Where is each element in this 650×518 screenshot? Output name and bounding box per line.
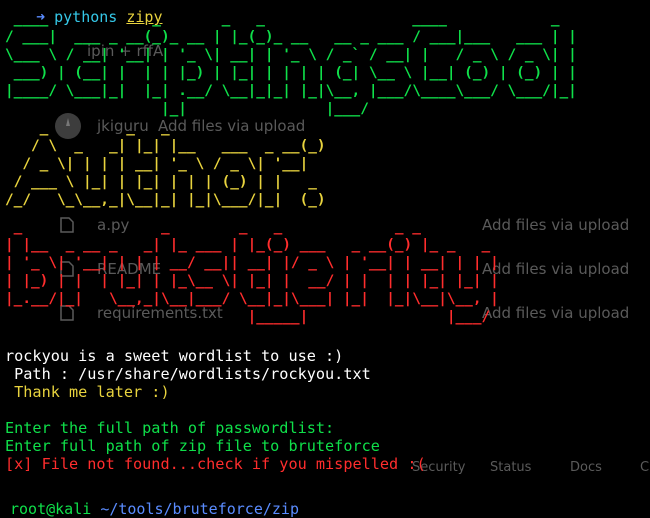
bottom-prompt: root@kali ~/tools/bruteforce/zip [10,482,299,518]
footer-link-docs[interactable]: Docs [570,460,602,475]
banner-brutus-rity: _ _ _ _ _ _ | |__ _ __ _ _| |_ ___ | |_(… [5,219,499,325]
banner-author: _ _ _ / \ _ _| |_| |__ ___ _ __(_) / _ \… [5,120,326,208]
message-passwordlist-prompt: Enter the full path of passwordlist: [5,419,335,437]
footer-link-status[interactable]: Status [490,460,531,475]
message-block: rockyou is a sweet wordlist to use :) Pa… [5,347,426,491]
message-error: [x] File not found...check if you mispel… [5,455,426,473]
prompt-user: root@kali [10,500,92,518]
message-wordlist-tip: rockyou is a sweet wordlist to use :) [5,347,344,365]
message-wordlist-path: Path : /usr/share/wordlists/rockyou.txt [5,365,371,383]
message-zip-prompt: Enter full path of zip file to bruteforc… [5,437,380,455]
prompt-path: ~/tools/bruteforce/zip [100,500,299,518]
message-thanks: Thank me later :) [5,383,170,401]
footer-link-more[interactable]: C [640,460,649,475]
banner-scriptings-cool: ____ _ _ _ ____ _ / ___| ___ _ __(_)_ __… [5,11,577,117]
